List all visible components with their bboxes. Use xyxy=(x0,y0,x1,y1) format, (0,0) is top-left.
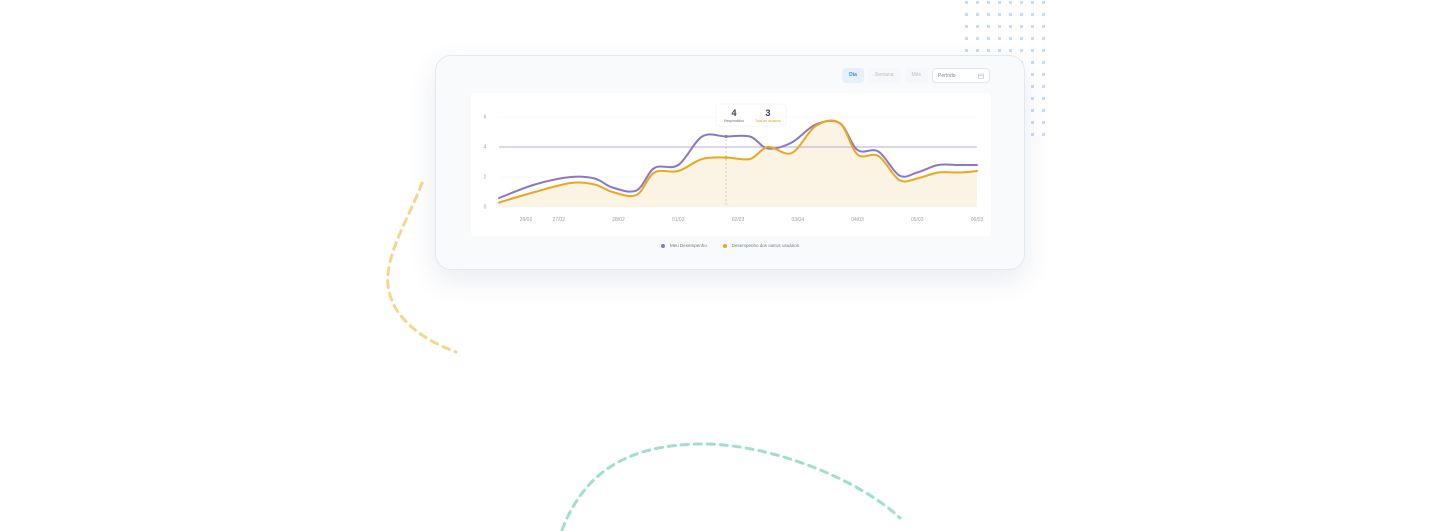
grid-dot xyxy=(987,49,990,52)
x-tick-label: 28/02 xyxy=(612,217,625,223)
grid-dot xyxy=(1031,37,1034,40)
grid-dot xyxy=(987,37,990,40)
grid-dot xyxy=(998,49,1001,52)
chart-legend: Meu Desempenho Desempenho dos outros usu… xyxy=(436,243,1024,248)
grid-dot xyxy=(998,1,1001,4)
grid-dot xyxy=(1031,25,1034,28)
legend-dot-others xyxy=(722,243,727,248)
y-tick-label: 2 xyxy=(484,175,487,181)
hover-point-others xyxy=(724,155,728,160)
x-tick-label: 04/03 xyxy=(851,217,864,223)
tab-day[interactable]: Dia xyxy=(842,68,864,83)
grid-dot xyxy=(976,13,979,16)
hover-point-mine xyxy=(724,134,728,139)
period-toolbar: Dia Semana Mês Período xyxy=(842,68,990,83)
legend-label-others: Desempenho dos outros usuários xyxy=(731,243,800,248)
green-dashed-curve xyxy=(560,442,902,531)
x-tick-label: 01/03 xyxy=(672,217,685,223)
grid-dot xyxy=(1031,49,1034,52)
grid-dot xyxy=(987,1,990,4)
grid-dot xyxy=(1042,73,1045,76)
chart-area: 0 2 4 6 26/02 27/02 28/02 01/03 02/03 03/04 04/03 0… xyxy=(471,93,991,236)
y-tick-label: 4 xyxy=(484,145,487,151)
tab-month[interactable]: Mês xyxy=(904,68,928,83)
grid-dot xyxy=(976,25,979,28)
grid-dot xyxy=(1042,1,1045,4)
grid-dot xyxy=(1031,13,1034,16)
tooltip-primary-value: 4 xyxy=(731,108,736,118)
tab-week[interactable]: Semana xyxy=(867,68,901,83)
period-picker[interactable]: Período xyxy=(932,68,990,83)
grid-dot xyxy=(976,49,979,52)
y-tick-label: 6 xyxy=(484,115,487,121)
grid-dot xyxy=(1042,109,1045,112)
tooltip: 4 Respondidos 3 Total de usuários xyxy=(715,103,787,127)
period-label: Período xyxy=(938,72,956,79)
grid-dot xyxy=(987,13,990,16)
y-tick-label: 0 xyxy=(484,205,487,211)
x-tick-label: 03/04 xyxy=(791,217,804,223)
grid-dot xyxy=(965,25,968,28)
tooltip-primary-label: Respondidos xyxy=(724,119,744,123)
grid-dot xyxy=(998,25,1001,28)
grid-dot xyxy=(1042,25,1045,28)
grid-dot xyxy=(965,49,968,52)
grid-dot xyxy=(1020,49,1023,52)
grid-dot xyxy=(987,25,990,28)
calendar-icon xyxy=(978,73,984,79)
grid-dot xyxy=(1020,1,1023,4)
grid-dot xyxy=(1009,25,1012,28)
grid-dot xyxy=(965,1,968,4)
grid-dot xyxy=(1042,121,1045,124)
grid-dot xyxy=(1009,1,1012,4)
grid-dot xyxy=(1009,13,1012,16)
performance-card: Dia Semana Mês Período 0 2 4 6 26/02 27/02 28/… xyxy=(435,55,1025,270)
x-tick-label: 27/02 xyxy=(552,217,565,223)
grid-dot xyxy=(976,1,979,4)
tooltip-secondary-label: Total de usuários xyxy=(755,119,781,123)
grid-dot xyxy=(965,37,968,40)
x-tick-label: 26/02 xyxy=(520,217,533,223)
grid-dot xyxy=(1031,109,1034,112)
grid-dot xyxy=(1042,85,1045,88)
grid-dot xyxy=(1042,61,1045,64)
grid-dot xyxy=(1042,133,1045,136)
x-tick-label: 02/03 xyxy=(732,217,745,223)
grid-dot xyxy=(1042,13,1045,16)
grid-dot xyxy=(1020,37,1023,40)
grid-dot xyxy=(1031,121,1034,124)
grid-dot xyxy=(1009,37,1012,40)
grid-dot xyxy=(998,13,1001,16)
grid-dot xyxy=(1042,37,1045,40)
legend-item-mine[interactable]: Meu Desempenho xyxy=(660,243,707,248)
grid-dot xyxy=(1031,85,1034,88)
grid-dot xyxy=(1031,61,1034,64)
x-tick-label: 06/03 xyxy=(971,217,984,223)
grid-dot xyxy=(998,37,1001,40)
others-area-fill xyxy=(499,120,977,207)
grid-dot xyxy=(1031,97,1034,100)
grid-dot xyxy=(1042,97,1045,100)
line-chart: 0 2 4 6 26/02 27/02 28/02 01/03 02/03 03/04 04/03 0… xyxy=(484,103,984,223)
grid-dot xyxy=(965,13,968,16)
grid-dot xyxy=(1031,133,1034,136)
grid-dot xyxy=(1031,73,1034,76)
legend-dot-mine xyxy=(660,243,665,248)
x-tick-label: 05/03 xyxy=(911,217,924,223)
grid-dot xyxy=(1031,1,1034,4)
grid-dot xyxy=(1020,13,1023,16)
grid-dot xyxy=(976,37,979,40)
grid-dot xyxy=(1020,25,1023,28)
legend-label-mine: Meu Desempenho xyxy=(669,243,707,248)
tooltip-secondary-value: 3 xyxy=(765,108,770,118)
grid-dot xyxy=(1009,49,1012,52)
legend-item-others[interactable]: Desempenho dos outros usuários xyxy=(722,243,800,248)
grid-dot xyxy=(1042,49,1045,52)
